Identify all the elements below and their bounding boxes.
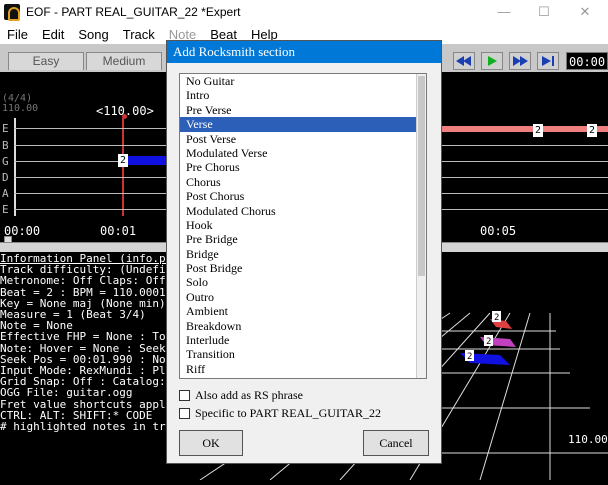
rewind-icon [456,56,471,66]
fast-forward-icon [513,56,528,66]
specific-track-checkbox-row[interactable]: Specific to PART REAL_GUITAR_22 [179,406,381,421]
tempo-label-left: 110.00 [2,103,39,114]
information-panel: Information Panel (info.panel Track diff… [0,253,170,480]
string-label: A [2,187,9,200]
play-button[interactable] [481,52,503,70]
specific-track-checkbox[interactable] [179,408,190,419]
menu-song[interactable]: Song [71,27,115,42]
list-item[interactable]: Intro [180,88,426,102]
timeline-label: 00:05 [480,224,517,238]
list-item[interactable]: Ambient [180,304,426,318]
list-item[interactable]: Riff [180,362,426,376]
list-item[interactable]: Post Chorus [180,189,426,203]
seek-end-button[interactable] [537,52,559,70]
list-scroll-thumb[interactable] [418,76,425,276]
close-icon[interactable]: ✕ [570,0,600,24]
note-fret-marker[interactable]: 2 [587,124,597,137]
menu-edit[interactable]: Edit [35,27,71,42]
list-item[interactable]: Breakdown [180,319,426,333]
info-line: OGG File: guitar.ogg [0,386,133,400]
info-line: Metronome: Off Claps: Off T [0,274,170,288]
preview-note-label: 2 [486,337,491,347]
time-readout: 00:00 [566,52,608,70]
list-item[interactable]: Transition [180,347,426,361]
cancel-button[interactable]: Cancel [363,430,429,456]
note-fret-marker[interactable]: 2 [533,124,543,137]
menu-track[interactable]: Track [116,27,162,42]
string-label: E [2,122,9,135]
list-item[interactable]: Pre Bridge [180,232,426,246]
dialog-title: Add Rocksmith section [167,41,441,63]
list-item-selected[interactable]: Verse [180,117,426,132]
info-line: Effective FHP = None : Tone [0,330,170,344]
info-line: # highlighted notes in track [0,420,170,434]
ok-button[interactable]: OK [179,430,243,456]
list-item[interactable]: Modulated Verse [180,146,426,160]
tab-medium[interactable]: Medium [86,52,162,70]
list-item[interactable]: Bridge [180,247,426,261]
list-item[interactable]: Chorus [180,175,426,189]
play-icon [488,56,497,66]
rs-phrase-checkbox[interactable] [179,390,190,401]
string-label: B [2,139,9,152]
fast-forward-button[interactable] [509,52,531,70]
note-fret-marker[interactable]: 2 [118,154,128,167]
list-item[interactable]: Outro [180,290,426,304]
list-item[interactable]: Interlude [180,333,426,347]
window-title-bar: EOF - PART REAL_GUITAR_22 *Expert — ☐ ✕ [0,0,608,24]
specific-track-label: Specific to PART REAL_GUITAR_22 [195,406,381,420]
window-title: EOF - PART REAL_GUITAR_22 *Expert [26,5,241,19]
rs-phrase-checkbox-row[interactable]: Also add as RS phrase [179,388,303,403]
list-item[interactable]: Modulated Chorus [180,204,426,218]
menu-file[interactable]: File [0,27,35,42]
preview-tempo-label: 110.00 [568,433,608,446]
add-rocksmith-section-dialog: Add Rocksmith section No Guitar Intro Pr… [166,40,442,464]
string-label: E [2,203,9,216]
note-sustain-tail [442,126,608,132]
list-item[interactable]: Pre Chorus [180,160,426,174]
rewind-button[interactable] [453,52,475,70]
minimize-icon[interactable]: — [489,0,519,24]
seek-end-icon [542,56,554,66]
maximize-icon[interactable]: ☐ [529,0,559,24]
timeline-label: 00:00 [4,224,41,238]
list-item[interactable]: Solo [180,275,426,289]
list-item[interactable]: Hook [180,218,426,232]
guitar-app-icon [4,4,20,21]
preview-note-label: 2 [494,313,499,323]
measure-line [14,118,16,216]
seek-position-line [122,118,124,216]
list-item[interactable]: Post Verse [180,132,426,146]
list-item[interactable]: Post Bridge [180,261,426,275]
seek-marker [122,114,127,119]
section-listbox[interactable]: No Guitar Intro Pre Verse Verse Post Ver… [179,73,427,379]
list-scrollbar[interactable] [416,74,426,378]
timeline-label: 00:01 [100,224,137,238]
tab-easy[interactable]: Easy [8,52,84,70]
list-item[interactable]: Pre Verse [180,103,426,117]
list-item[interactable]: No Guitar [180,74,426,88]
string-label: D [2,171,9,184]
string-label: G [2,155,9,168]
rs-phrase-label: Also add as RS phrase [195,388,303,402]
preview-note-label: 2 [467,352,472,362]
